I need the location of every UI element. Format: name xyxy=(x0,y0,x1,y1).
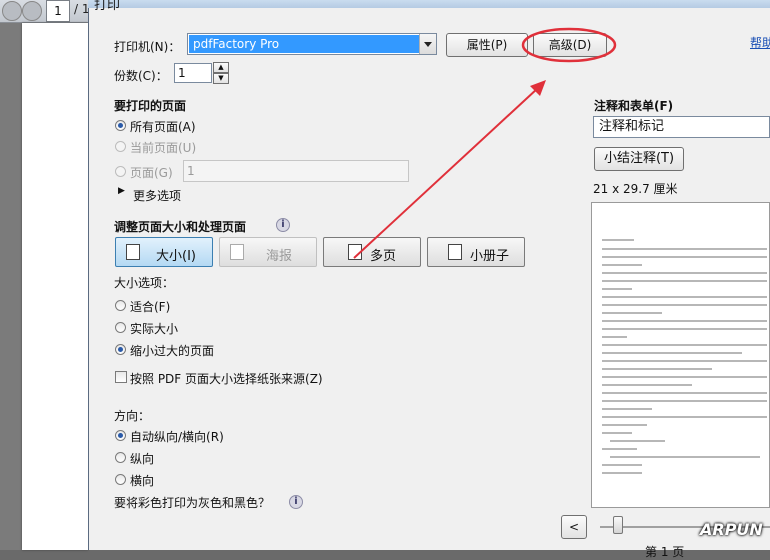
annotation-overlay xyxy=(353,27,617,259)
annotation-arrow-line xyxy=(353,87,539,259)
watermark-logo: ARPUN xyxy=(700,520,763,539)
annotation-circle xyxy=(521,27,617,63)
